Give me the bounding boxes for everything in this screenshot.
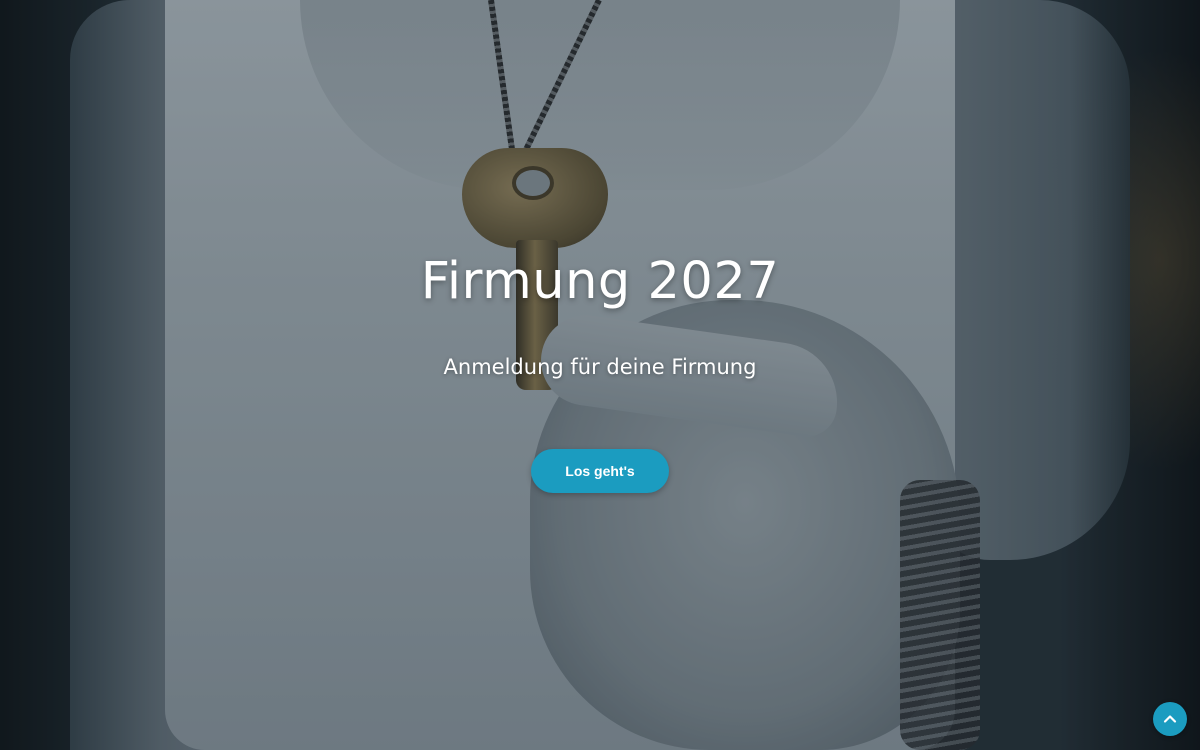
scroll-to-top-button[interactable] bbox=[1153, 702, 1187, 736]
hero-title: Firmung 2027 bbox=[420, 252, 780, 311]
hero-content: Firmung 2027 Anmeldung für deine Firmung… bbox=[0, 0, 1200, 750]
hero-subtitle: Anmeldung für deine Firmung bbox=[443, 355, 757, 379]
chevron-up-icon bbox=[1162, 711, 1178, 727]
get-started-button[interactable]: Los geht's bbox=[531, 449, 669, 493]
hero-section: Firmung 2027 Anmeldung für deine Firmung… bbox=[0, 0, 1200, 750]
